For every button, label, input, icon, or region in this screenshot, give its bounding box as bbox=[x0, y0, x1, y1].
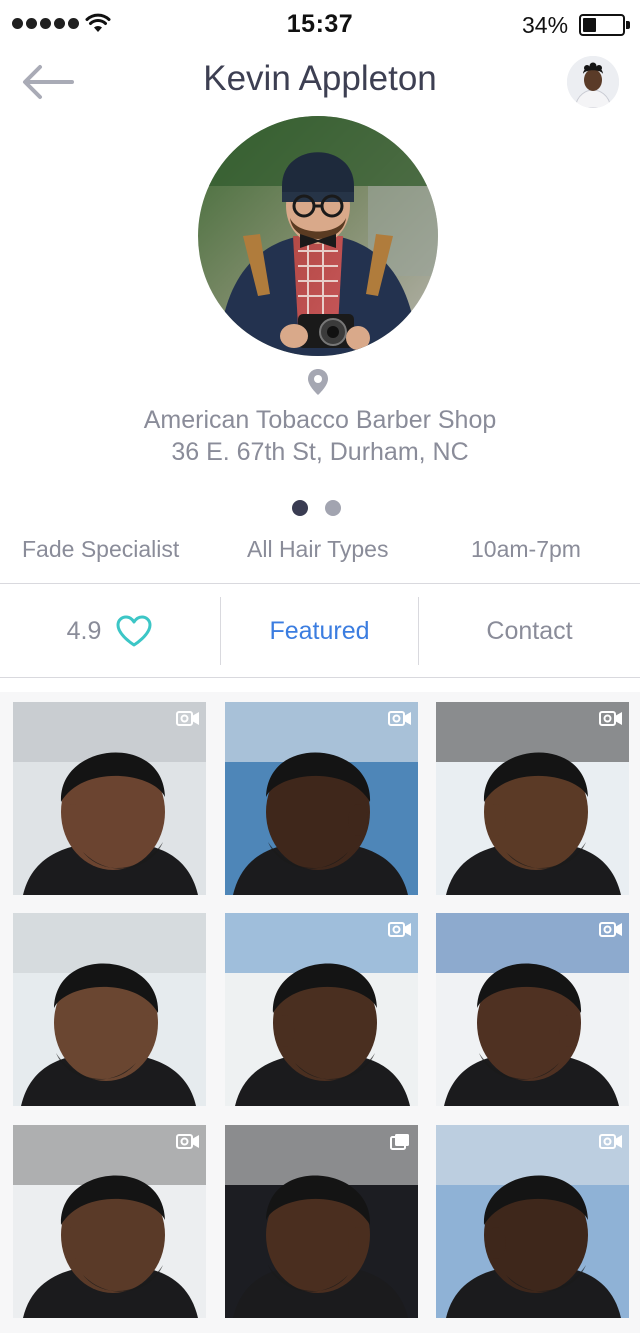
shop-address: 36 E. 67th St, Durham, NC bbox=[171, 438, 469, 466]
gallery-item[interactable] bbox=[436, 702, 629, 895]
photo-gallery bbox=[0, 692, 640, 1333]
heart-outline-icon[interactable] bbox=[115, 614, 153, 648]
gallery-item[interactable] bbox=[225, 702, 418, 895]
gallery-item[interactable] bbox=[225, 1125, 418, 1318]
video-camera-icon bbox=[388, 922, 411, 937]
video-camera-icon bbox=[176, 1134, 199, 1149]
haircut-photo-7 bbox=[13, 1125, 206, 1318]
rating-value: 4.9 bbox=[66, 616, 102, 645]
divider-bottom bbox=[0, 677, 640, 678]
page-indicator bbox=[292, 500, 341, 516]
page-title: Kevin Appleton bbox=[203, 59, 437, 98]
user-avatar[interactable] bbox=[567, 56, 619, 108]
tab-featured[interactable]: Featured bbox=[221, 598, 418, 664]
video-camera-icon bbox=[599, 922, 622, 937]
page-dot-2[interactable] bbox=[325, 500, 341, 516]
shop-name: American Tobacco Barber Shop bbox=[143, 406, 497, 434]
haircut-photo-6 bbox=[436, 913, 629, 1106]
haircut-photo-3 bbox=[436, 702, 629, 895]
gallery-item[interactable] bbox=[13, 1125, 206, 1318]
page-dot-1[interactable] bbox=[292, 500, 308, 516]
video-camera-icon bbox=[176, 711, 199, 726]
photo-gallery-icon bbox=[390, 1134, 409, 1150]
status-bar: 15:37 34% bbox=[0, 0, 640, 50]
specialty-tags: Fade Specialist All Hair Types 10am-7pm bbox=[0, 536, 640, 570]
haircut-photo-4 bbox=[13, 913, 206, 1106]
tag-hours: 10am-7pm bbox=[471, 536, 581, 562]
gallery-item[interactable] bbox=[13, 702, 206, 895]
haircut-photo-2 bbox=[225, 702, 418, 895]
haircut-photo-8 bbox=[225, 1125, 418, 1318]
location-pin-icon bbox=[308, 369, 328, 395]
gallery-item[interactable] bbox=[13, 913, 206, 1106]
battery-percent: 34% bbox=[522, 12, 569, 38]
video-camera-icon bbox=[388, 711, 411, 726]
rating-tab[interactable]: 4.9 bbox=[0, 598, 220, 664]
tag-specialty: Fade Specialist bbox=[22, 536, 180, 562]
gallery-item[interactable] bbox=[225, 913, 418, 1106]
gallery-item[interactable] bbox=[436, 1125, 629, 1318]
video-camera-icon bbox=[599, 711, 622, 726]
tag-hair-types: All Hair Types bbox=[247, 536, 389, 562]
gallery-item[interactable] bbox=[436, 913, 629, 1106]
video-camera-icon bbox=[599, 1134, 622, 1149]
profile-photo bbox=[198, 116, 438, 356]
tab-contact[interactable]: Contact bbox=[419, 598, 640, 664]
divider-top bbox=[0, 583, 640, 584]
battery-icon bbox=[579, 14, 630, 36]
haircut-photo-1 bbox=[13, 702, 206, 895]
haircut-photo-9 bbox=[436, 1125, 629, 1318]
haircut-photo-5 bbox=[225, 913, 418, 1106]
